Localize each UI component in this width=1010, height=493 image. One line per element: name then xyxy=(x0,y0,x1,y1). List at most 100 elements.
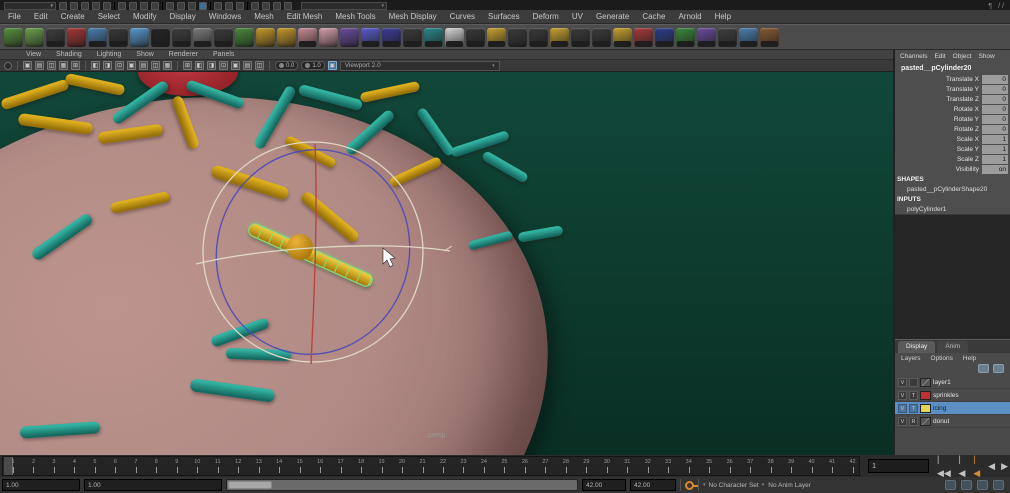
frame-tick[interactable] xyxy=(504,467,506,473)
layer-menu-layers[interactable]: Layers xyxy=(901,355,921,362)
select-hierarchy-icon[interactable] xyxy=(118,2,126,10)
layer-display-type-toggle[interactable] xyxy=(909,377,918,387)
snap-curve-icon[interactable] xyxy=(166,2,174,10)
shelf-gear-icon[interactable] xyxy=(319,27,338,47)
renderer-icon[interactable]: ▣ xyxy=(327,61,337,70)
shelf-torus-gold-1-icon[interactable] xyxy=(256,27,275,47)
shelf-torus-gold-2-icon[interactable] xyxy=(277,27,296,47)
grid-icon[interactable]: ◧ xyxy=(91,61,100,70)
frame-tick[interactable] xyxy=(606,467,608,473)
play-forwards-button[interactable]: ▶ xyxy=(999,459,1010,473)
channel-value-field[interactable]: 0 xyxy=(982,74,1008,84)
screen-space-ao-icon[interactable]: ▤ xyxy=(243,61,252,70)
frame-tick[interactable] xyxy=(852,467,854,473)
frame-tick[interactable] xyxy=(770,467,772,473)
frame-tick[interactable] xyxy=(279,467,281,473)
frame-tick[interactable] xyxy=(791,467,793,473)
safe-title-icon[interactable]: ▦ xyxy=(163,61,172,70)
sprinkle-gold[interactable] xyxy=(0,77,70,111)
shelf-poly-cylinder-icon[interactable] xyxy=(46,27,65,47)
frame-tick[interactable] xyxy=(668,467,670,473)
menu-mesh-tools[interactable]: Mesh Tools xyxy=(335,12,375,21)
channel-row[interactable]: Rotate Y0 xyxy=(895,114,1010,124)
shelf-pill-navy-icon[interactable] xyxy=(655,27,674,47)
render-view-icon[interactable] xyxy=(251,2,259,10)
shelf-super-ellipse-icon[interactable] xyxy=(214,27,233,47)
frame-tick[interactable] xyxy=(74,467,76,473)
motion-blur-icon[interactable]: ◫ xyxy=(255,61,264,70)
sprinkle-teal[interactable] xyxy=(516,225,564,243)
make-live-icon[interactable] xyxy=(199,2,207,10)
film-gate-icon[interactable]: ◨ xyxy=(103,61,112,70)
panel-menu-shading[interactable]: Shading xyxy=(56,51,82,58)
frame-tick[interactable] xyxy=(627,467,629,473)
render-frame-icon[interactable] xyxy=(262,2,270,10)
resolution-gate-icon[interactable]: ⊡ xyxy=(115,61,124,70)
frame-tick[interactable] xyxy=(688,467,690,473)
frame-tick[interactable] xyxy=(586,467,588,473)
channel-row[interactable]: Rotate X0 xyxy=(895,104,1010,114)
shelf-nurbs-sphere-icon[interactable] xyxy=(361,27,380,47)
frame-tick[interactable] xyxy=(13,467,14,473)
play-backwards-button[interactable]: ◀ xyxy=(986,459,997,473)
section-node[interactable]: polyCylinder1 xyxy=(895,204,1010,214)
frame-tick[interactable] xyxy=(463,467,465,473)
menu-display[interactable]: Display xyxy=(170,12,196,21)
channel-box-menu-object[interactable]: Object xyxy=(953,53,972,60)
frame-tick[interactable] xyxy=(565,467,567,473)
layer-color-swatch[interactable] xyxy=(920,377,931,387)
menu-windows[interactable]: Windows xyxy=(209,12,241,21)
frame-tick[interactable] xyxy=(320,467,322,473)
scene-selector-dropdown[interactable]: ▾ xyxy=(4,2,56,10)
field-chart-icon[interactable]: ▤ xyxy=(139,61,148,70)
gate-mask-icon[interactable]: ▣ xyxy=(127,61,136,70)
shelf-nurbs-cylinder-icon[interactable] xyxy=(403,27,422,47)
shelf-nurbs-cube-icon[interactable] xyxy=(382,27,401,47)
frame-tick[interactable] xyxy=(729,467,731,473)
channel-box-menu-show[interactable]: Show xyxy=(978,53,994,60)
frame-tick[interactable] xyxy=(217,467,219,473)
channel-value-field[interactable]: 0 xyxy=(982,84,1008,94)
menu-surfaces[interactable]: Surfaces xyxy=(488,12,520,21)
frame-tick[interactable] xyxy=(524,467,526,473)
layer-color-swatch[interactable] xyxy=(920,403,931,413)
animation-start-field[interactable]: 1.00 xyxy=(2,479,80,491)
layer-row-icing[interactable]: V Ticing xyxy=(895,402,1010,415)
sprinkle-gold[interactable] xyxy=(64,72,126,96)
channel-value-field[interactable]: on xyxy=(982,164,1008,174)
wireframe-on-shaded-icon[interactable]: ⊞ xyxy=(183,61,192,70)
shelf-pill-red-icon[interactable] xyxy=(634,27,653,47)
layer-visibility-toggle[interactable]: V xyxy=(898,377,907,387)
shelf-poly-plane-icon[interactable] xyxy=(88,27,107,47)
shelf-sphere-gray-icon[interactable] xyxy=(193,27,212,47)
shelf-type-tool-icon[interactable] xyxy=(697,27,716,47)
shelf-nurbs-circle-icon[interactable] xyxy=(466,27,485,47)
shelf-arc-tool-icon[interactable] xyxy=(550,27,569,47)
layer-row-sprinkles[interactable]: V Tsprinkles xyxy=(895,389,1010,402)
set-key-icon[interactable] xyxy=(685,480,698,490)
select-camera-icon[interactable]: ▣ xyxy=(23,61,32,70)
shelf-poly-cube-icon[interactable] xyxy=(25,27,44,47)
layer-display-type-toggle[interactable]: R xyxy=(909,416,918,426)
image-plane-icon[interactable]: ⊞ xyxy=(71,61,80,70)
channel-value-field[interactable]: 0 xyxy=(982,94,1008,104)
layer-color-swatch[interactable] xyxy=(920,390,931,400)
channel-box-menu-channels[interactable]: Channels xyxy=(900,53,927,60)
renderer-dropdown[interactable]: Viewport 2.0 ▾ xyxy=(339,60,500,71)
tab-anim[interactable]: Anim xyxy=(937,341,969,353)
animation-end-field[interactable]: 42.00 xyxy=(630,479,676,491)
frame-tick[interactable] xyxy=(381,467,383,473)
undo-icon[interactable] xyxy=(92,2,100,10)
shelf-stroke-tool-icon[interactable] xyxy=(718,27,737,47)
menu-mesh-display[interactable]: Mesh Display xyxy=(389,12,437,21)
layer-row-layer1[interactable]: Vlayer1 xyxy=(895,376,1010,389)
channel-value-field[interactable]: 0 xyxy=(982,124,1008,134)
layer-visibility-toggle[interactable]: V xyxy=(898,390,907,400)
panel-menu-renderer[interactable]: Renderer xyxy=(169,51,198,58)
go-to-start-button[interactable]: |◀◀ xyxy=(935,452,954,480)
create-empty-layer-icon[interactable] xyxy=(978,364,989,373)
safe-action-icon[interactable]: ◫ xyxy=(151,61,160,70)
sprinkle-ball-mesh[interactable] xyxy=(287,234,313,260)
shelf-poly-disc-icon[interactable] xyxy=(109,27,128,47)
panel-menu-lighting[interactable]: Lighting xyxy=(97,51,122,58)
